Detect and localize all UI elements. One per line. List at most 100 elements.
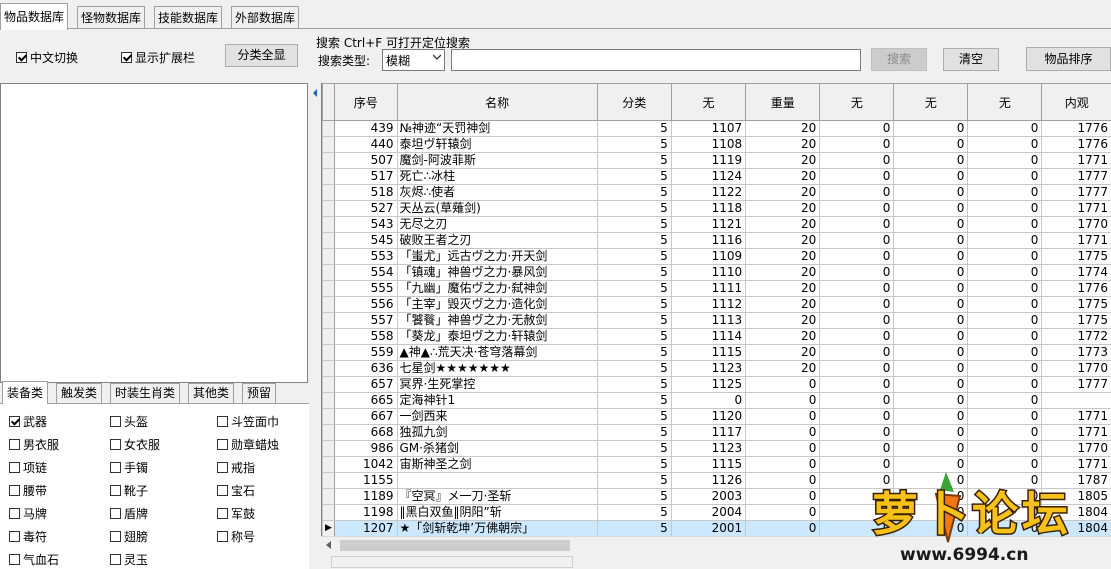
item-name-cell[interactable]: ‖黑白双鱼‖阴阳”斩 [397,505,597,521]
table-row[interactable]: 439№神迹“天罚神剑51107200001776 [323,121,1111,137]
table-cell[interactable]: 20 [746,297,820,313]
table-cell[interactable]: 0 [968,249,1042,265]
table-cell[interactable]: 5 [597,473,671,489]
table-cell[interactable]: 5 [597,329,671,345]
table-cell[interactable]: 555 [334,281,397,297]
tab-fashion-zodiac[interactable]: 时装生肖类 [110,383,180,403]
table-cell[interactable]: 0 [820,393,894,409]
table-cell[interactable]: 0 [746,521,820,537]
table-cell[interactable]: 1207 [334,521,397,537]
item-name-cell[interactable]: 「饕餮」神兽ヴ之力·无赦剑 [397,313,597,329]
tab-reserved[interactable]: 预留 [242,383,276,403]
tab-external-database[interactable]: 外部数据库 [231,6,299,29]
table-cell[interactable]: 1772 [1042,329,1111,345]
table-cell[interactable]: 0 [894,393,968,409]
col-header-name[interactable]: 名称 [397,84,597,121]
table-cell[interactable]: 1126 [671,473,745,489]
table-cell[interactable]: 5 [597,265,671,281]
category-war-drum[interactable]: 军鼓 [217,505,255,522]
item-name-cell[interactable]: 破败王者之刃 [397,233,597,249]
col-header-none-4[interactable]: 无 [968,84,1042,121]
table-cell[interactable]: 1771 [1042,153,1111,169]
tab-other[interactable]: 其他类 [188,383,234,403]
table-cell[interactable]: 543 [334,217,397,233]
table-cell[interactable]: 2001 [671,521,745,537]
table-cell[interactable]: 0 [894,153,968,169]
table-cell[interactable]: 1770 [1042,441,1111,457]
table-cell[interactable]: 0 [894,281,968,297]
table-row[interactable]: 543无尽之刃51121200001770 [323,217,1111,233]
category-male-clothes[interactable]: 男衣服 [9,436,59,453]
table-row[interactable]: 665定海神针1500000 [323,393,1111,409]
table-row[interactable]: 527天丛云(草薙剑)51118200001771 [323,201,1111,217]
table-cell[interactable]: 0 [746,489,820,505]
item-name-cell[interactable]: 『空冥』メ一刀·圣斩 [397,489,597,505]
table-cell[interactable]: 559 [334,345,397,361]
item-name-cell[interactable]: 宙斯神圣之剑 [397,457,597,473]
table-cell[interactable]: 1123 [671,361,745,377]
item-name-cell[interactable]: 七星剑★★★★★★★ [397,361,597,377]
category-title[interactable]: 称号 [217,528,255,545]
item-sort-button[interactable]: 物品排序 [1026,47,1111,71]
table-cell[interactable]: 0 [968,233,1042,249]
table-cell[interactable]: 0 [894,121,968,137]
table-cell[interactable]: 556 [334,297,397,313]
scroll-left-icon[interactable] [326,541,331,549]
table-cell[interactable]: 0 [746,393,820,409]
table-cell[interactable]: 1119 [671,153,745,169]
table-cell[interactable]: 5 [597,345,671,361]
category-ring[interactable]: 戒指 [217,459,255,476]
category-wings[interactable]: 翅膀 [110,528,148,545]
table-cell[interactable]: 1112 [671,297,745,313]
table-cell[interactable]: 1125 [671,377,745,393]
table-cell[interactable]: 0 [820,361,894,377]
category-necklace[interactable]: 项链 [9,459,47,476]
table-cell[interactable]: 0 [894,185,968,201]
table-cell[interactable]: 20 [746,281,820,297]
item-name-cell[interactable]: ★「剑斩乾坤’万佛朝宗」 [397,521,597,537]
category-female-clothes[interactable]: 女衣服 [110,436,160,453]
table-cell[interactable]: 0 [894,361,968,377]
table-cell[interactable]: 5 [597,233,671,249]
category-medal-candle[interactable]: 勋章蜡烛 [217,436,279,453]
tab-monster-database[interactable]: 怪物数据库 [77,6,145,29]
table-cell[interactable]: 439 [334,121,397,137]
table-cell[interactable]: 5 [597,185,671,201]
table-cell[interactable]: 5 [597,121,671,137]
search-type-select[interactable]: 模糊 [382,49,445,71]
col-header-weight[interactable]: 重量 [746,84,820,121]
category-belt[interactable]: 腰带 [9,482,47,499]
table-row[interactable]: 518灰烬∴使者51122200001777 [323,185,1111,201]
item-name-cell[interactable]: ▲神▲∴荒天决·苍穹落幕剑 [397,345,597,361]
table-cell[interactable]: 0 [820,233,894,249]
table-cell[interactable]: 20 [746,265,820,281]
table-cell[interactable]: 20 [746,169,820,185]
table-cell[interactable]: 0 [820,329,894,345]
table-cell[interactable]: 5 [597,505,671,521]
table-row[interactable]: 553「蚩尤」远古ヴ之力·开天剑51109200001775 [323,249,1111,265]
table-cell[interactable]: 0 [671,393,745,409]
table-cell[interactable]: 20 [746,185,820,201]
table-cell[interactable]: 1117 [671,425,745,441]
table-row[interactable]: 517死亡∴冰柱51124200001777 [323,169,1111,185]
table-cell[interactable]: 0 [746,425,820,441]
col-header-index[interactable]: 序号 [334,84,397,121]
table-cell[interactable]: 986 [334,441,397,457]
table-cell[interactable]: 0 [894,345,968,361]
table-cell[interactable]: 554 [334,265,397,281]
table-cell[interactable]: 0 [820,313,894,329]
table-cell[interactable]: 5 [597,521,671,537]
table-cell[interactable]: 1120 [671,409,745,425]
table-cell[interactable]: 0 [820,409,894,425]
table-cell[interactable]: 1775 [1042,249,1111,265]
col-header-none-1[interactable]: 无 [671,84,745,121]
table-cell[interactable]: 0 [968,425,1042,441]
table-row[interactable]: 507魔剑-阿波菲斯51119200001771 [323,153,1111,169]
table-cell[interactable]: 0 [894,201,968,217]
category-boots[interactable]: 靴子 [110,482,148,499]
table-cell[interactable]: 0 [820,217,894,233]
table-cell[interactable]: 507 [334,153,397,169]
item-name-cell[interactable]: 「主宰」毁灭ヴ之力·造化剑 [397,297,597,313]
table-cell[interactable]: 1107 [671,121,745,137]
table-cell[interactable]: 1775 [1042,297,1111,313]
